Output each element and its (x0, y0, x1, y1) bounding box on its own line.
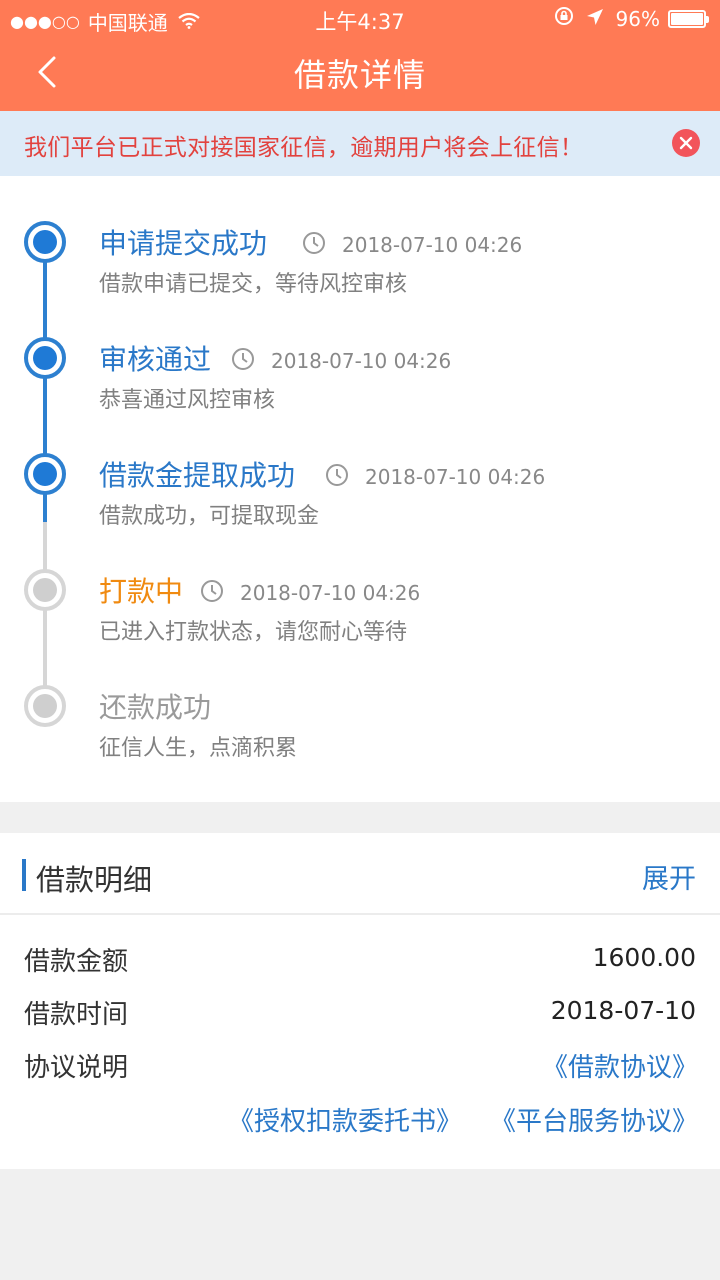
battery-percent: 96% (615, 6, 660, 31)
step-time: 2018-07-10 04:26 (342, 233, 523, 257)
status-right: 96% (554, 6, 709, 31)
loan-amount-label: 借款金额 (24, 947, 129, 977)
status-bar: ●●●○○ 中国联通 上午4:37 96% (0, 0, 720, 38)
loan-amount-value: 1600.00 (592, 943, 696, 972)
detail-title: 借款明细 (36, 863, 153, 897)
timeline-step-4: 打款中 2018-07-10 04:26 已进入打款状态，请您耐心等待 (0, 569, 720, 669)
loan-progress-timeline: 申请提交成功 2018-07-10 04:26 借款申请已提交，等待风控审核 审… (0, 176, 720, 802)
step-time: 2018-07-10 04:26 (240, 581, 421, 605)
step-desc: 借款申请已提交，等待风控审核 (99, 272, 408, 297)
clock-icon (302, 231, 326, 255)
page-title: 借款详情 (293, 56, 426, 94)
timeline-step-5: 还款成功 征信人生，点滴积累 (0, 685, 720, 785)
clock-icon (325, 463, 349, 487)
step-done-dot (24, 337, 66, 379)
step-title: 还款成功 (99, 691, 212, 724)
step-title: 借款金提取成功 (99, 459, 296, 492)
section-accent-bar (22, 859, 26, 891)
step-title: 打款中 (99, 575, 184, 608)
app-header: ●●●○○ 中国联通 上午4:37 96% 借款详情 (0, 0, 720, 111)
rotation-lock-icon (554, 6, 574, 31)
debit-authorization-link[interactable]: 《授权扣款委托书》 (228, 1101, 462, 1138)
battery-icon (668, 9, 709, 28)
step-pending-dot (24, 569, 66, 611)
step-desc: 征信人生，点滴积累 (99, 736, 298, 761)
close-icon[interactable] (672, 129, 700, 157)
step-desc: 恭喜通过风控审核 (99, 388, 276, 413)
clock-icon (231, 347, 255, 371)
credit-notice-banner: 我们平台已正式对接国家征信，逾期用户将会上征信！ (0, 111, 720, 176)
step-desc: 借款成功，可提取现金 (99, 504, 320, 529)
loan-time-value: 2018-07-10 (550, 996, 696, 1025)
step-time: 2018-07-10 04:26 (365, 465, 546, 489)
step-title: 审核通过 (99, 343, 212, 376)
agreement-label: 协议说明 (24, 1053, 129, 1083)
loan-agreement-link[interactable]: 《借款协议》 (542, 1047, 698, 1084)
timeline-step-3: 借款金提取成功 2018-07-10 04:26 借款成功，可提取现金 (0, 453, 720, 553)
platform-service-agreement-link[interactable]: 《平台服务协议》 (490, 1101, 698, 1138)
clock-icon (200, 579, 224, 603)
expand-button[interactable]: 展开 (642, 857, 696, 896)
loan-detail-card: 借款明细 展开 借款金额 1600.00 借款时间 2018-07-10 协议说… (0, 833, 720, 1169)
timeline-step-1: 申请提交成功 2018-07-10 04:26 借款申请已提交，等待风控审核 (0, 221, 720, 321)
step-time: 2018-07-10 04:26 (271, 349, 452, 373)
timeline-step-2: 审核通过 2018-07-10 04:26 恭喜通过风控审核 (0, 337, 720, 437)
step-pending-dot (24, 685, 66, 727)
step-done-dot (24, 221, 66, 263)
step-desc: 已进入打款状态，请您耐心等待 (99, 620, 408, 645)
loan-time-label: 借款时间 (24, 1000, 129, 1030)
notice-text: 我们平台已正式对接国家征信，逾期用户将会上征信！ (24, 135, 584, 161)
detail-header: 借款明细 展开 (0, 833, 720, 915)
location-arrow-icon (586, 7, 604, 31)
step-done-dot (24, 453, 66, 495)
step-title: 申请提交成功 (99, 227, 268, 260)
